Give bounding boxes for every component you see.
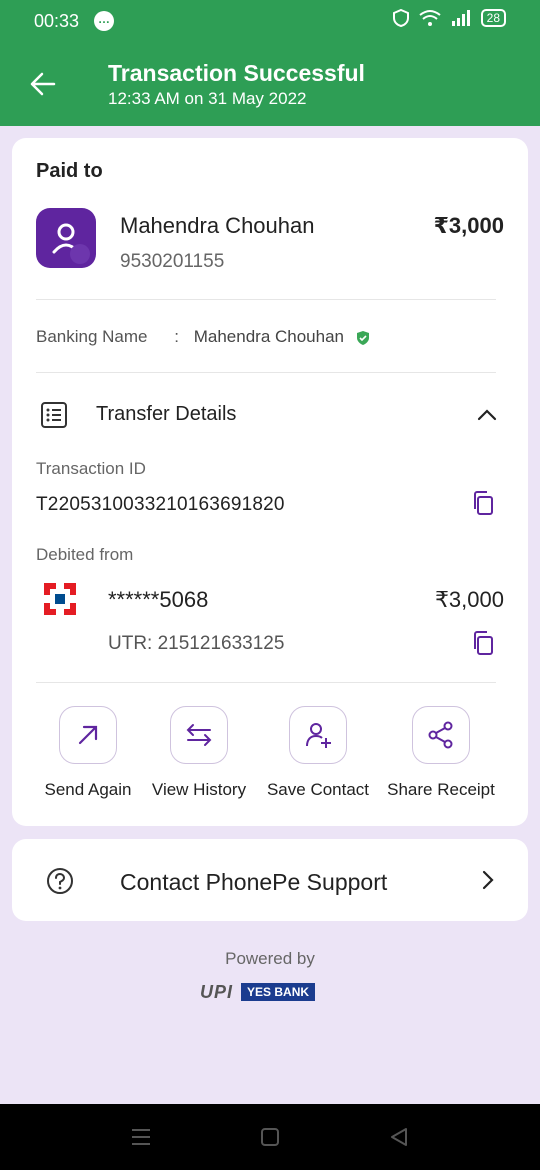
debited-amount: ₹3,000 [434, 587, 504, 612]
contact-support-label[interactable]: Contact PhonePe Support [120, 869, 387, 896]
upi-logo: UPI [200, 981, 234, 1002]
page-title: Transaction Successful [108, 60, 365, 86]
status-time: 00:33 [34, 11, 80, 31]
banking-name-row: Banking Name : Mahendra Chouhan [36, 327, 371, 347]
payee-name: Mahendra Chouhan [120, 213, 315, 238]
copy-icon[interactable] [470, 630, 496, 656]
payee-phone: 9530201155 [120, 251, 225, 272]
user-icon [52, 223, 90, 264]
divider [36, 299, 496, 300]
transfer-details-title[interactable]: Transfer Details [96, 403, 236, 426]
transaction-datetime: 12:33 AM on 31 May 2022 [108, 89, 307, 108]
save-contact-button[interactable]: Save Contact [253, 706, 383, 800]
share-receipt-label: Share Receipt [387, 780, 495, 799]
home-square-icon[interactable] [259, 1126, 281, 1148]
hdfc-bank-logo-icon [42, 581, 78, 617]
message-notification-icon: … [94, 11, 114, 31]
banking-name-value: Mahendra Chouhan [193, 327, 344, 346]
account-masked: ******5068 [108, 587, 209, 612]
list-details-icon [41, 402, 67, 428]
yes-bank-logo: YES BANK [241, 983, 316, 1001]
save-contact-icon-wrapper[interactable] [289, 706, 347, 764]
debited-from-label: Debited from [36, 545, 134, 564]
transaction-id-value: T2205310033210163691820 [36, 494, 285, 515]
transaction-card: Paid to Mahendra Chouhan 9530201155 ₹3,0… [12, 138, 528, 826]
transaction-id-label: Transaction ID [36, 459, 146, 478]
paid-amount: ₹3,000 [433, 213, 504, 238]
action-buttons: Send Again View History Save Contact Sha… [12, 706, 528, 806]
utr-number: UTR: 215121633125 [108, 633, 285, 654]
back-triangle-icon[interactable] [388, 1126, 410, 1148]
share-receipt-button[interactable]: Share Receipt [376, 706, 506, 800]
view-history-label: View History [151, 780, 247, 799]
system-nav-bar [0, 1104, 540, 1170]
avatar [36, 208, 96, 268]
swap-arrows-icon [186, 724, 212, 746]
powered-by-label: Powered by [225, 949, 315, 968]
verified-shield-icon [356, 330, 369, 345]
partner-logos: UPI YES BANK [200, 980, 340, 1004]
support-card[interactable]: Contact PhonePe Support [12, 839, 528, 921]
status-bar: 00:33 … 28 [0, 0, 540, 42]
divider [36, 372, 496, 373]
view-history-button[interactable]: View History [134, 706, 264, 800]
help-circle-icon [47, 868, 73, 894]
share-receipt-icon-wrapper[interactable] [412, 706, 470, 764]
menu-icon[interactable] [130, 1126, 152, 1148]
chevron-up-icon[interactable] [476, 404, 498, 426]
send-again-icon-wrapper[interactable] [59, 706, 117, 764]
copy-icon[interactable] [470, 490, 496, 516]
banking-name-label: Banking Name [36, 327, 148, 346]
view-history-icon-wrapper[interactable] [170, 706, 228, 764]
separator: : [174, 327, 179, 346]
battery-indicator: 28 [480, 9, 506, 27]
app-bar: Transaction Successful 12:33 AM on 31 Ma… [0, 42, 540, 126]
chevron-right-icon[interactable] [476, 869, 498, 891]
shield-icon [392, 9, 409, 27]
wifi-icon [419, 10, 441, 26]
status-icons: 28 [392, 9, 506, 27]
divider [36, 682, 496, 683]
signal-icon [451, 10, 470, 26]
add-user-icon [306, 723, 331, 748]
arrow-up-right-icon [78, 725, 98, 745]
save-contact-label: Save Contact [266, 780, 370, 799]
share-icon [428, 721, 453, 749]
back-arrow-icon[interactable] [28, 70, 56, 98]
paid-to-label: Paid to [36, 160, 103, 182]
